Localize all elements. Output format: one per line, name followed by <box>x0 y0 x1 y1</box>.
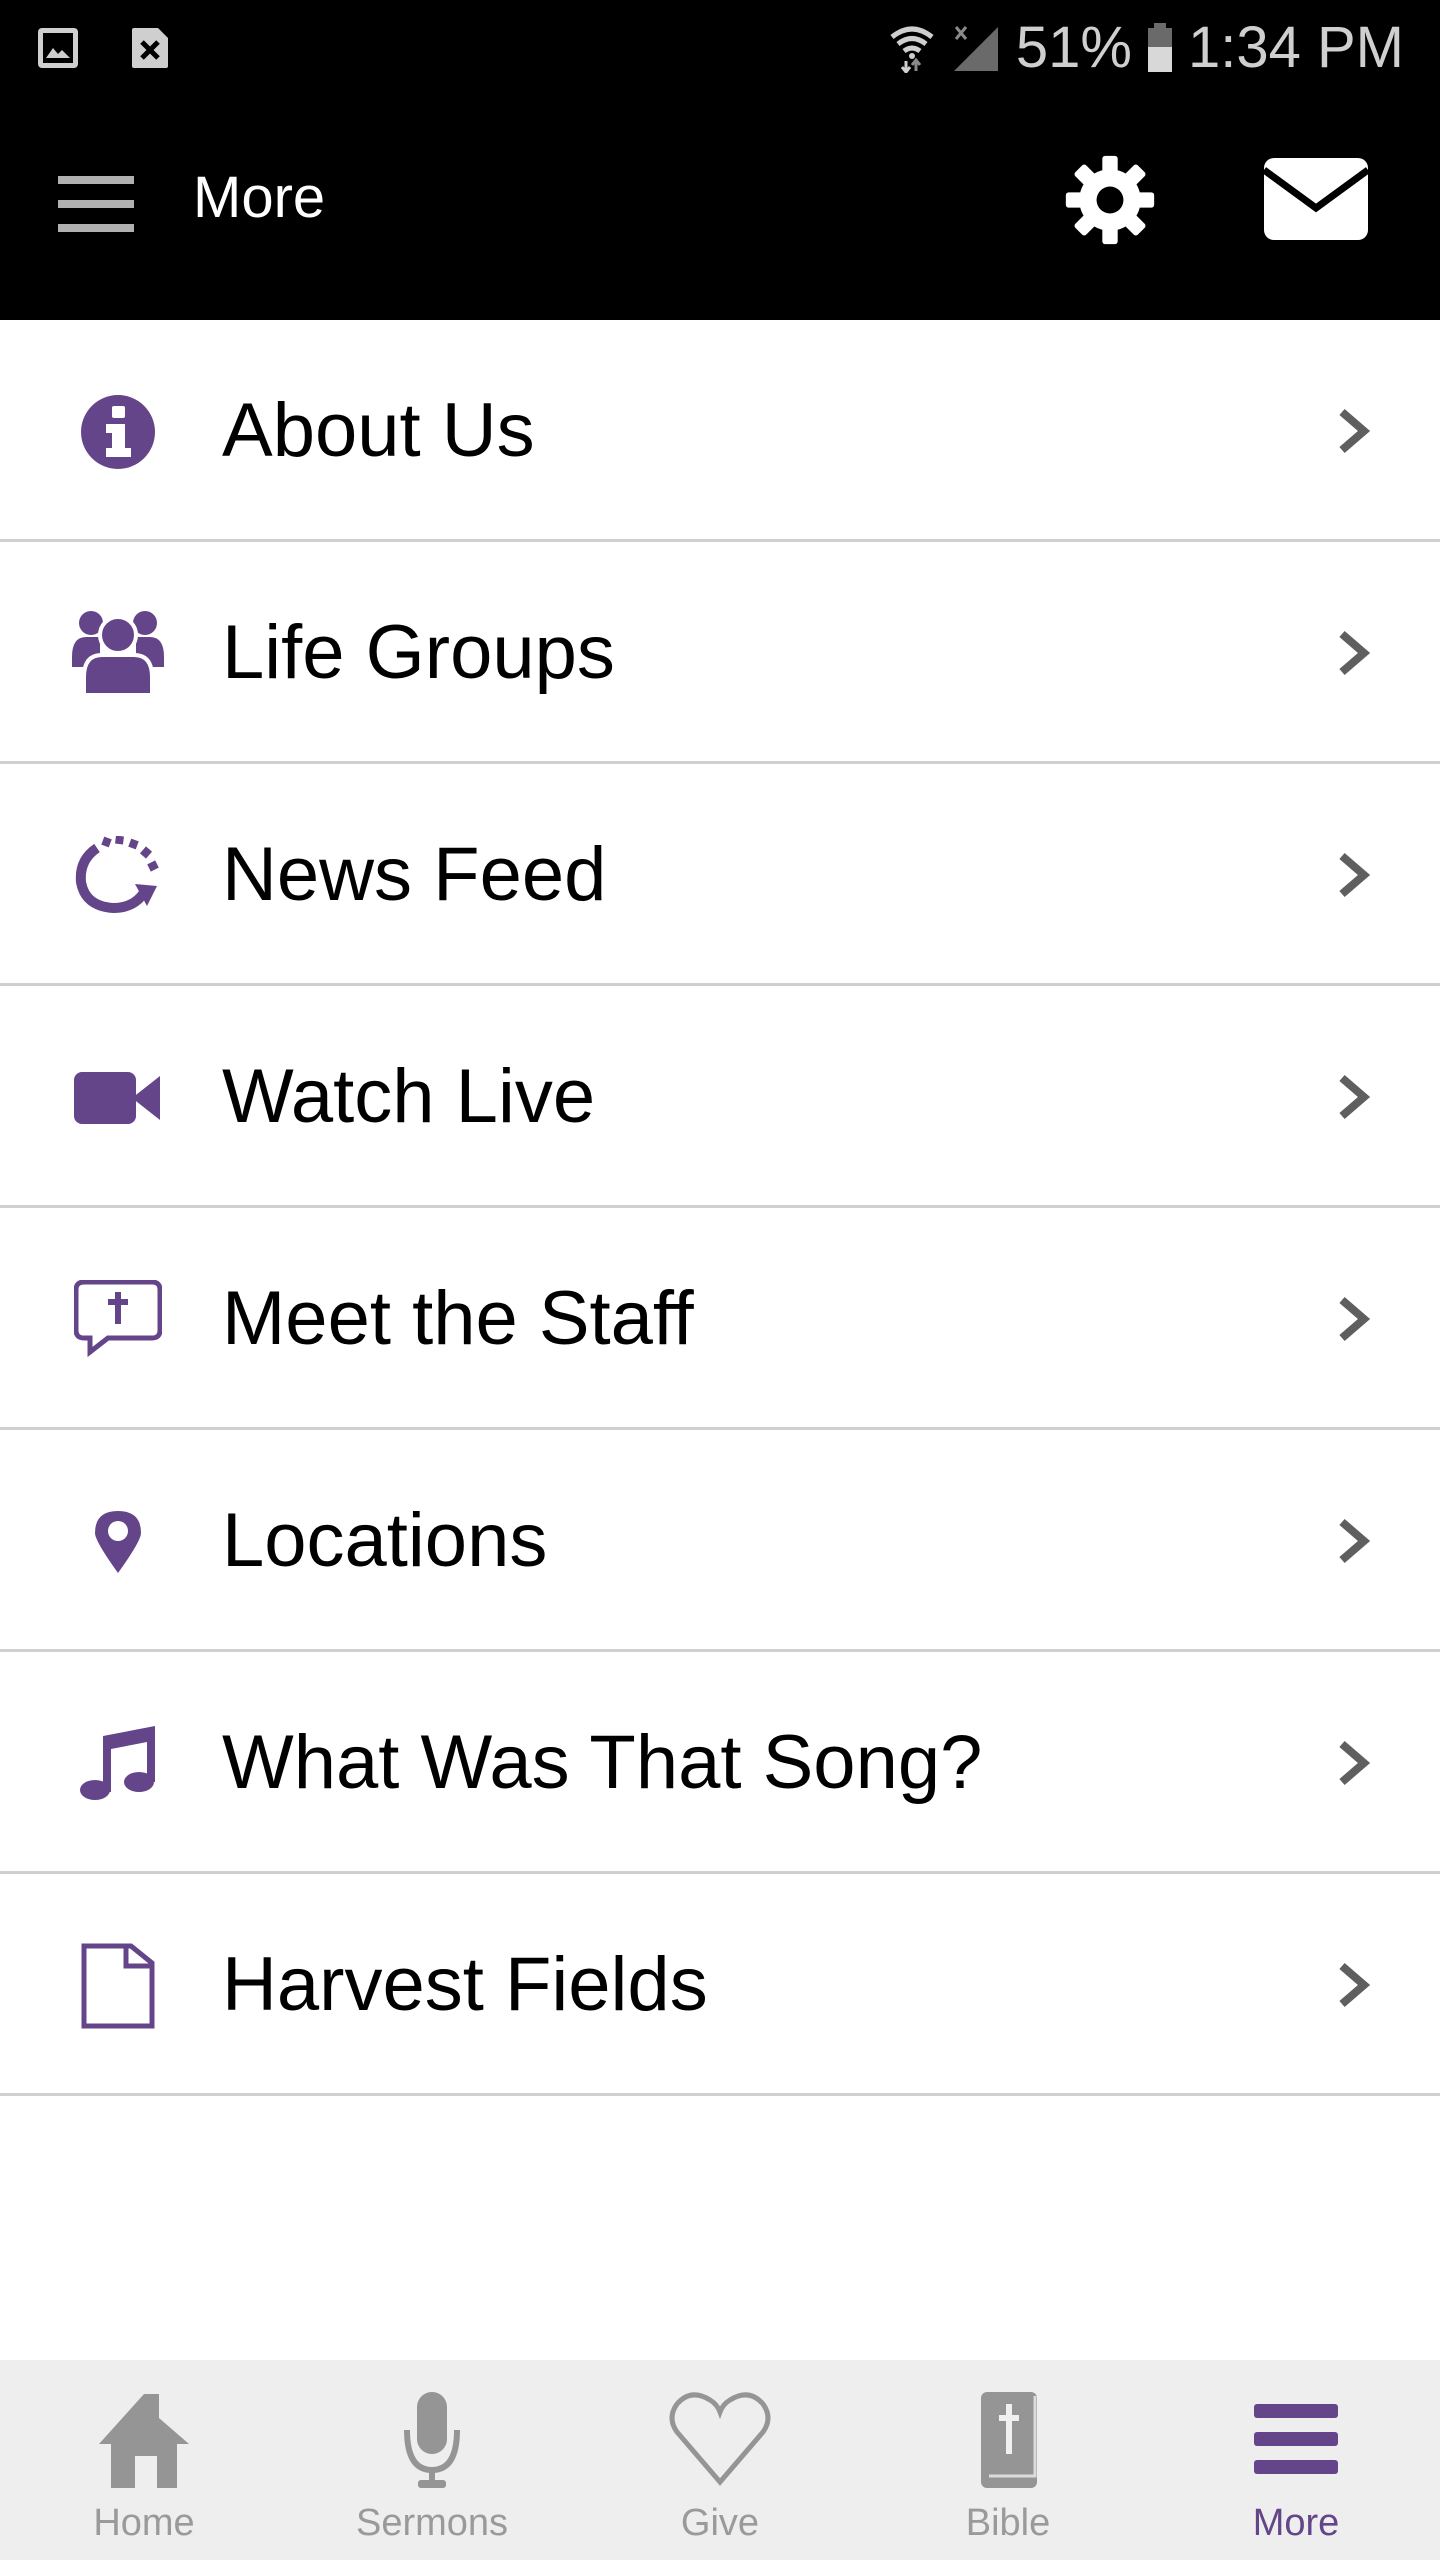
tab-label: Sermons <box>355 2502 509 2544</box>
refresh-icon <box>75 836 159 914</box>
menu-item-label: News Feed <box>222 832 607 917</box>
tab-more[interactable]: More <box>1152 2360 1440 2560</box>
chevron-right-icon <box>1339 408 1371 454</box>
music-note-icon <box>80 1726 155 1800</box>
chevron-right-icon <box>1339 1962 1371 2008</box>
tab-label: Home <box>93 2502 195 2544</box>
battery-icon <box>1148 22 1172 72</box>
status-bar: 51% 1:34 PM <box>0 0 1440 100</box>
bible-icon <box>981 2392 1037 2488</box>
menu-item-label: Locations <box>222 1498 548 1583</box>
tab-give[interactable]: Give <box>576 2360 864 2560</box>
tab-sermons[interactable]: Sermons <box>288 2360 576 2560</box>
mail-icon[interactable] <box>1262 156 1370 242</box>
gallery-notification-icon <box>38 28 78 68</box>
microphone-icon <box>404 2392 460 2488</box>
menu-item-watch-live[interactable]: Watch Live <box>0 986 1440 1208</box>
info-icon <box>81 395 155 469</box>
wifi-icon <box>890 26 934 73</box>
menu-item-meet-the-staff[interactable]: Meet the Staff <box>0 1208 1440 1430</box>
menu-item-label: Watch Live <box>222 1054 596 1139</box>
tab-label: Give <box>680 2502 760 2544</box>
sim-error-icon <box>132 28 168 68</box>
tab-bible[interactable]: Bible <box>864 2360 1152 2560</box>
menu-item-label: Meet the Staff <box>222 1276 694 1361</box>
chevron-right-icon <box>1339 1296 1371 1342</box>
video-camera-icon <box>74 1072 160 1124</box>
page-title: More <box>193 165 326 230</box>
map-pin-icon <box>95 1511 141 1573</box>
menu-item-label: Harvest Fields <box>222 1942 708 2027</box>
hamburger-icon <box>1254 2404 1338 2474</box>
heart-icon <box>669 2392 771 2486</box>
chevron-right-icon <box>1339 1740 1371 1786</box>
clock: 1:34 PM <box>1188 15 1404 80</box>
document-icon <box>81 1943 155 2029</box>
menu-item-label: About Us <box>222 388 535 473</box>
tab-label: More <box>1252 2502 1340 2544</box>
bottom-nav: Home Sermons Give Bible More <box>0 2360 1440 2560</box>
menu-item-what-was-that-song[interactable]: What Was That Song? <box>0 1652 1440 1874</box>
chevron-right-icon <box>1339 630 1371 676</box>
gear-icon[interactable] <box>1062 152 1158 248</box>
tab-home[interactable]: Home <box>0 2360 288 2560</box>
menu-item-harvest-fields[interactable]: Harvest Fields <box>0 1874 1440 2096</box>
menu-item-about-us[interactable]: About Us <box>0 320 1440 542</box>
chevron-right-icon <box>1339 852 1371 898</box>
menu-item-life-groups[interactable]: Life Groups <box>0 542 1440 764</box>
users-icon <box>72 611 164 697</box>
menu-item-news-feed[interactable]: News Feed <box>0 764 1440 986</box>
home-icon <box>99 2394 189 2488</box>
chat-cross-icon <box>74 1280 162 1358</box>
menu-item-label: What Was That Song? <box>222 1720 983 1805</box>
battery-percent: 51% <box>1015 15 1132 80</box>
tab-label: Bible <box>965 2502 1051 2544</box>
app-bar: More <box>0 100 1440 320</box>
menu-item-label: Life Groups <box>222 610 615 695</box>
menu-icon[interactable] <box>58 176 134 232</box>
chevron-right-icon <box>1339 1518 1371 1564</box>
menu-item-locations[interactable]: Locations <box>0 1430 1440 1652</box>
chevron-right-icon <box>1339 1074 1371 1120</box>
more-menu-list: About Us Life Groups News Feed Watch Liv… <box>0 320 1440 2096</box>
signal-icon <box>953 25 998 71</box>
